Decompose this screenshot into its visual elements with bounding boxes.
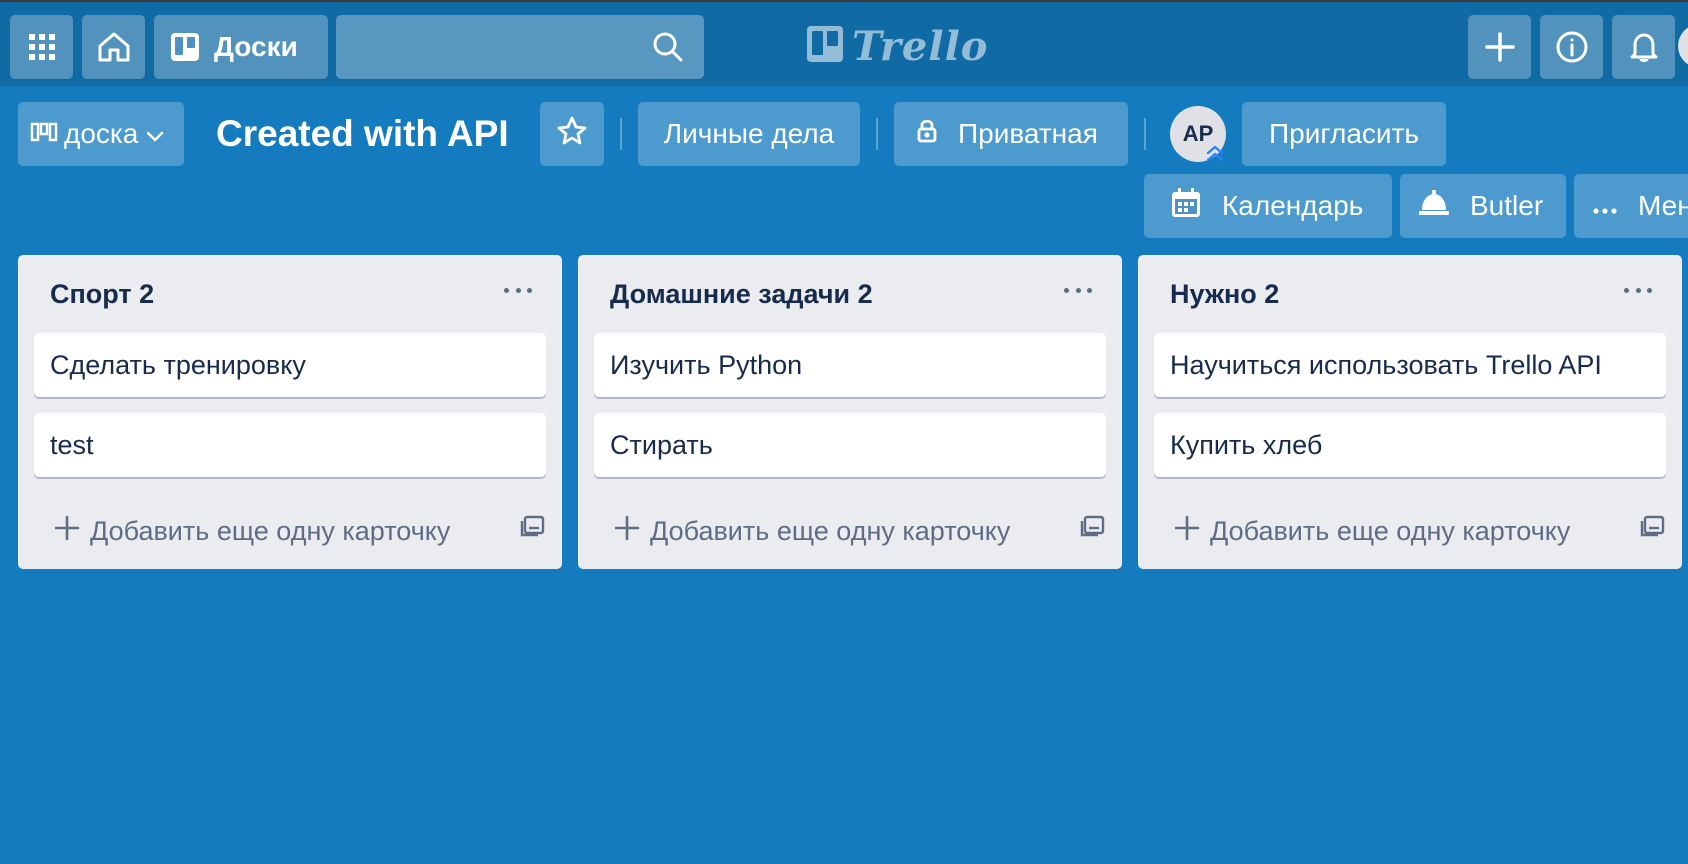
create-button[interactable] bbox=[1468, 15, 1531, 79]
info-icon bbox=[1555, 30, 1589, 64]
card[interactable]: test bbox=[34, 413, 546, 477]
header-divider bbox=[876, 118, 878, 150]
ellipsis-icon bbox=[1592, 190, 1618, 222]
team-button[interactable]: Личные дела bbox=[638, 102, 860, 166]
list-sport: Спорт 2 Сделать тренировку test Добавить… bbox=[18, 255, 562, 569]
boards-button[interactable]: Доски bbox=[154, 15, 328, 79]
notifications-button[interactable] bbox=[1612, 15, 1675, 79]
home-icon bbox=[97, 31, 131, 63]
admin-badge-icon bbox=[1204, 142, 1226, 164]
calendar-button[interactable]: Календарь bbox=[1144, 174, 1392, 238]
plus-icon bbox=[1174, 515, 1200, 548]
list-menu-button[interactable] bbox=[500, 275, 536, 305]
chevron-down-icon bbox=[146, 118, 164, 150]
visibility-button[interactable]: Приватная bbox=[894, 102, 1128, 166]
card[interactable]: Купить хлеб bbox=[1154, 413, 1666, 477]
invite-label: Пригласить bbox=[1269, 118, 1419, 149]
card[interactable]: Сделать тренировку bbox=[34, 333, 546, 397]
add-card-label: Добавить еще одну карточку bbox=[1210, 515, 1571, 546]
butler-icon bbox=[1418, 189, 1450, 224]
home-button[interactable] bbox=[82, 15, 145, 79]
template-icon[interactable] bbox=[1640, 513, 1666, 544]
board-switcher-button[interactable]: доска bbox=[18, 102, 184, 166]
calendar-icon bbox=[1170, 187, 1202, 226]
search-input[interactable] bbox=[336, 15, 704, 79]
list-title[interactable]: Нужно 2 bbox=[1170, 279, 1279, 310]
header-divider bbox=[1144, 118, 1146, 150]
trello-logo[interactable]: Trello bbox=[806, 22, 989, 70]
plus-icon bbox=[54, 515, 80, 548]
list-menu-button[interactable] bbox=[1620, 275, 1656, 305]
list-title[interactable]: Домашние задачи 2 bbox=[610, 279, 873, 310]
bell-icon bbox=[1629, 31, 1659, 63]
apps-button[interactable] bbox=[10, 15, 73, 79]
star-button[interactable] bbox=[540, 102, 604, 166]
board-title[interactable]: Created with API bbox=[216, 108, 509, 160]
list-needed: Нужно 2 Научиться использовать Trello AP… bbox=[1138, 255, 1682, 569]
board-switcher-icon bbox=[30, 118, 58, 150]
butler-label: Butler bbox=[1470, 190, 1544, 221]
trello-logo-icon bbox=[806, 25, 844, 68]
trello-logo-text: Trello bbox=[852, 22, 989, 70]
calendar-label: Календарь bbox=[1222, 190, 1364, 221]
template-icon[interactable] bbox=[1080, 513, 1106, 544]
template-icon[interactable] bbox=[520, 513, 546, 544]
top-navigation-bar: Доски Trello bbox=[0, 0, 1688, 86]
add-card-button[interactable]: Добавить еще одну карточку bbox=[614, 511, 1010, 551]
plus-icon bbox=[1484, 31, 1516, 63]
list-menu-button[interactable] bbox=[1060, 275, 1096, 305]
star-icon bbox=[557, 116, 587, 153]
visibility-label: Приватная bbox=[958, 118, 1098, 149]
card[interactable]: Научиться использовать Trello API bbox=[1154, 333, 1666, 397]
search-icon[interactable] bbox=[652, 31, 684, 68]
add-card-label: Добавить еще одну карточку bbox=[650, 515, 1011, 546]
invite-button[interactable]: Пригласить bbox=[1242, 102, 1446, 166]
add-card-button[interactable]: Добавить еще одну карточку bbox=[54, 511, 450, 551]
plus-icon bbox=[614, 515, 640, 548]
info-button[interactable] bbox=[1540, 15, 1603, 79]
list-home-tasks: Домашние задачи 2 Изучить Python Стирать… bbox=[578, 255, 1122, 569]
lock-icon bbox=[916, 118, 938, 151]
list-title[interactable]: Спорт 2 bbox=[50, 279, 154, 310]
board-switcher-label: доска bbox=[64, 118, 139, 149]
card[interactable]: Изучить Python bbox=[594, 333, 1106, 397]
header-divider bbox=[620, 118, 622, 150]
add-card-button[interactable]: Добавить еще одну карточку bbox=[1174, 511, 1570, 551]
apps-icon bbox=[28, 33, 56, 61]
menu-button[interactable]: Мен bbox=[1574, 174, 1688, 238]
menu-label: Мен bbox=[1638, 190, 1688, 221]
add-card-label: Добавить еще одну карточку bbox=[90, 515, 451, 546]
boards-label: Доски bbox=[214, 31, 298, 62]
boards-icon bbox=[170, 32, 200, 62]
team-label: Личные дела bbox=[663, 118, 835, 149]
account-avatar[interactable] bbox=[1678, 24, 1688, 68]
butler-button[interactable]: Butler bbox=[1400, 174, 1566, 238]
card[interactable]: Стирать bbox=[594, 413, 1106, 477]
